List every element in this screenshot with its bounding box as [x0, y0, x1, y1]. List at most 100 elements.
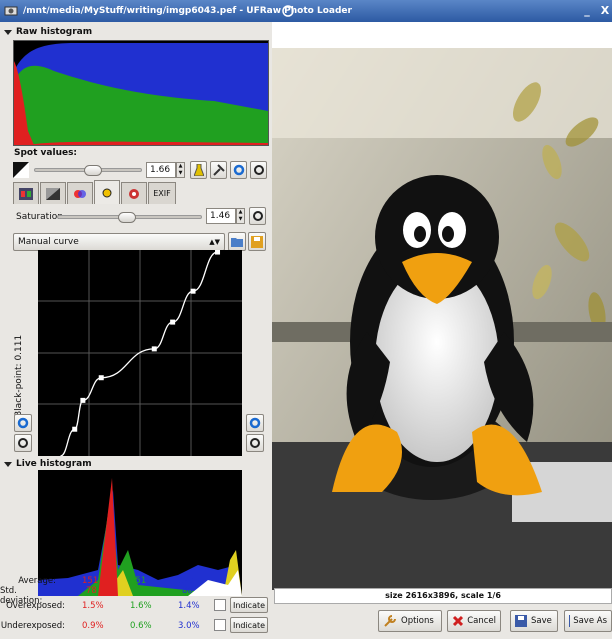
curve-point-2[interactable] [98, 375, 104, 381]
title-bar: /mnt/media/MyStuff/writing/imgp6043.pef … [0, 0, 612, 22]
curve-point-1[interactable] [80, 397, 86, 403]
stddev-blue: 80 [182, 586, 193, 596]
refresh-icon [250, 438, 260, 448]
tab-white-balance[interactable] [13, 182, 39, 204]
curve-select[interactable]: Manual curve ▲▼ [13, 233, 225, 251]
tab-exif[interactable]: EXIF [148, 182, 176, 204]
penguin-photo [272, 48, 612, 590]
open-curve-button[interactable] [228, 232, 246, 251]
image-preview[interactable] [272, 22, 612, 590]
tab-base-curve[interactable] [94, 180, 120, 204]
tab-corrections[interactable] [121, 182, 147, 204]
raw-histogram [13, 40, 269, 146]
pin-icon[interactable] [281, 4, 295, 18]
save-button[interactable]: Save [510, 610, 558, 632]
flask-icon [193, 164, 204, 176]
underexposed-label: Underexposed: [0, 621, 65, 631]
reset-blue-icon [233, 164, 244, 176]
minimize-button[interactable]: _ [580, 4, 594, 18]
curve-point-6[interactable] [215, 249, 221, 255]
refresh-icon [18, 438, 28, 448]
window-light [272, 48, 612, 138]
overexposed-indicate-checkbox[interactable] [214, 599, 226, 611]
average-green: 151 [130, 576, 147, 586]
underexposed-green: 0.6% [130, 621, 152, 631]
average-label: Average: [18, 576, 56, 586]
underexposed-red: 0.9% [82, 621, 104, 631]
spot-values-label: Spot values: [14, 148, 78, 158]
black-point-auto-button[interactable] [14, 414, 32, 432]
curve-auto-button[interactable] [246, 414, 264, 432]
overexposed-indicate-button[interactable]: Indicate [230, 597, 268, 613]
floppy-icon [515, 615, 527, 627]
floppy-icon [251, 235, 263, 248]
reset-blue-icon [249, 417, 261, 429]
reset-saturation-button[interactable] [249, 207, 266, 225]
reset-blue-icon [17, 417, 29, 429]
underexposed-blue: 3.0% [178, 621, 200, 631]
corrections-icon [129, 188, 139, 199]
overexposed-red: 1.5% [82, 601, 104, 611]
overexposed-label: Overexposed: [6, 601, 65, 611]
stddev-red: 78 [86, 586, 97, 596]
stddev-row: Std. deviation: 78 79 80 [0, 586, 270, 606]
curve-plot[interactable] [38, 249, 242, 457]
average-blue: 125 [178, 576, 195, 586]
underexposed-indicate-checkbox[interactable] [214, 619, 226, 631]
curve-line [60, 251, 218, 457]
auto-exposure-button[interactable] [190, 161, 207, 179]
curve-point-5[interactable] [190, 288, 196, 294]
wrench-icon [384, 615, 396, 627]
folder-icon [231, 238, 243, 247]
overexposed-blue: 1.4% [178, 601, 200, 611]
save-as-button[interactable]: Save As [564, 610, 612, 632]
average-red: 151 [82, 576, 99, 586]
live-histogram-header[interactable]: Live histogram [4, 458, 92, 470]
stddev-green: 79 [134, 586, 145, 596]
expander-icon [4, 461, 12, 467]
underexposed-indicate-button[interactable]: Indicate [230, 617, 268, 633]
select-arrows-icon: ▲▼ [209, 238, 220, 246]
white-balance-icon [19, 187, 33, 200]
tools-icon [212, 164, 225, 176]
exposure-input[interactable]: 1.66 [146, 162, 176, 178]
refresh-icon [252, 211, 263, 221]
overexposed-green: 1.6% [130, 601, 152, 611]
left-panel: Raw histogram Spot values: 1.66 ▲ ▼ EXIF … [0, 22, 270, 639]
curve-point-3[interactable] [151, 346, 157, 352]
refresh-icon [253, 165, 264, 175]
exposure-spin-arrows[interactable]: ▲ ▼ [176, 162, 185, 178]
saturation-spin-arrows[interactable]: ▲ ▼ [236, 208, 245, 224]
curve-reset-button[interactable] [246, 434, 264, 452]
clip-highlights-button[interactable] [210, 161, 227, 179]
black-point-reset-button[interactable] [14, 434, 32, 452]
status-bar: size 2616x3896, scale 1/6 [274, 588, 612, 604]
color-management-icon [74, 189, 86, 198]
curve-editor[interactable] [38, 249, 242, 457]
close-button[interactable]: X [598, 4, 612, 18]
saturation-label: Saturation [16, 212, 63, 222]
cancel-x-icon [452, 615, 464, 627]
tab-grayscale[interactable] [40, 182, 66, 204]
saturation-slider-knob[interactable] [117, 212, 136, 223]
exposure-slider-knob[interactable] [84, 165, 103, 176]
refresh-exposure-button[interactable] [250, 161, 267, 179]
curve-point-0[interactable] [72, 426, 78, 432]
cancel-button[interactable]: Cancel [447, 610, 501, 632]
window-title: /mnt/media/MyStuff/writing/imgp6043.pef … [23, 6, 352, 16]
app-icon [4, 6, 18, 16]
curve-select-value: Manual curve [18, 237, 79, 247]
expander-icon [4, 29, 12, 35]
reset-button-a[interactable] [230, 161, 247, 179]
raw-histogram-plot [14, 43, 268, 145]
curve-star-icon [102, 188, 112, 197]
tab-color-management[interactable] [67, 182, 93, 204]
options-button[interactable]: Options [378, 610, 442, 632]
grayscale-icon [46, 187, 60, 200]
save-curve-button[interactable] [248, 232, 266, 251]
exposure-icon [13, 162, 29, 178]
saturation-input[interactable]: 1.46 [206, 208, 236, 224]
curve-point-4[interactable] [170, 319, 176, 325]
black-point-label: Black-point: 0.111 [14, 334, 24, 417]
raw-histogram-header[interactable]: Raw histogram [4, 26, 92, 38]
